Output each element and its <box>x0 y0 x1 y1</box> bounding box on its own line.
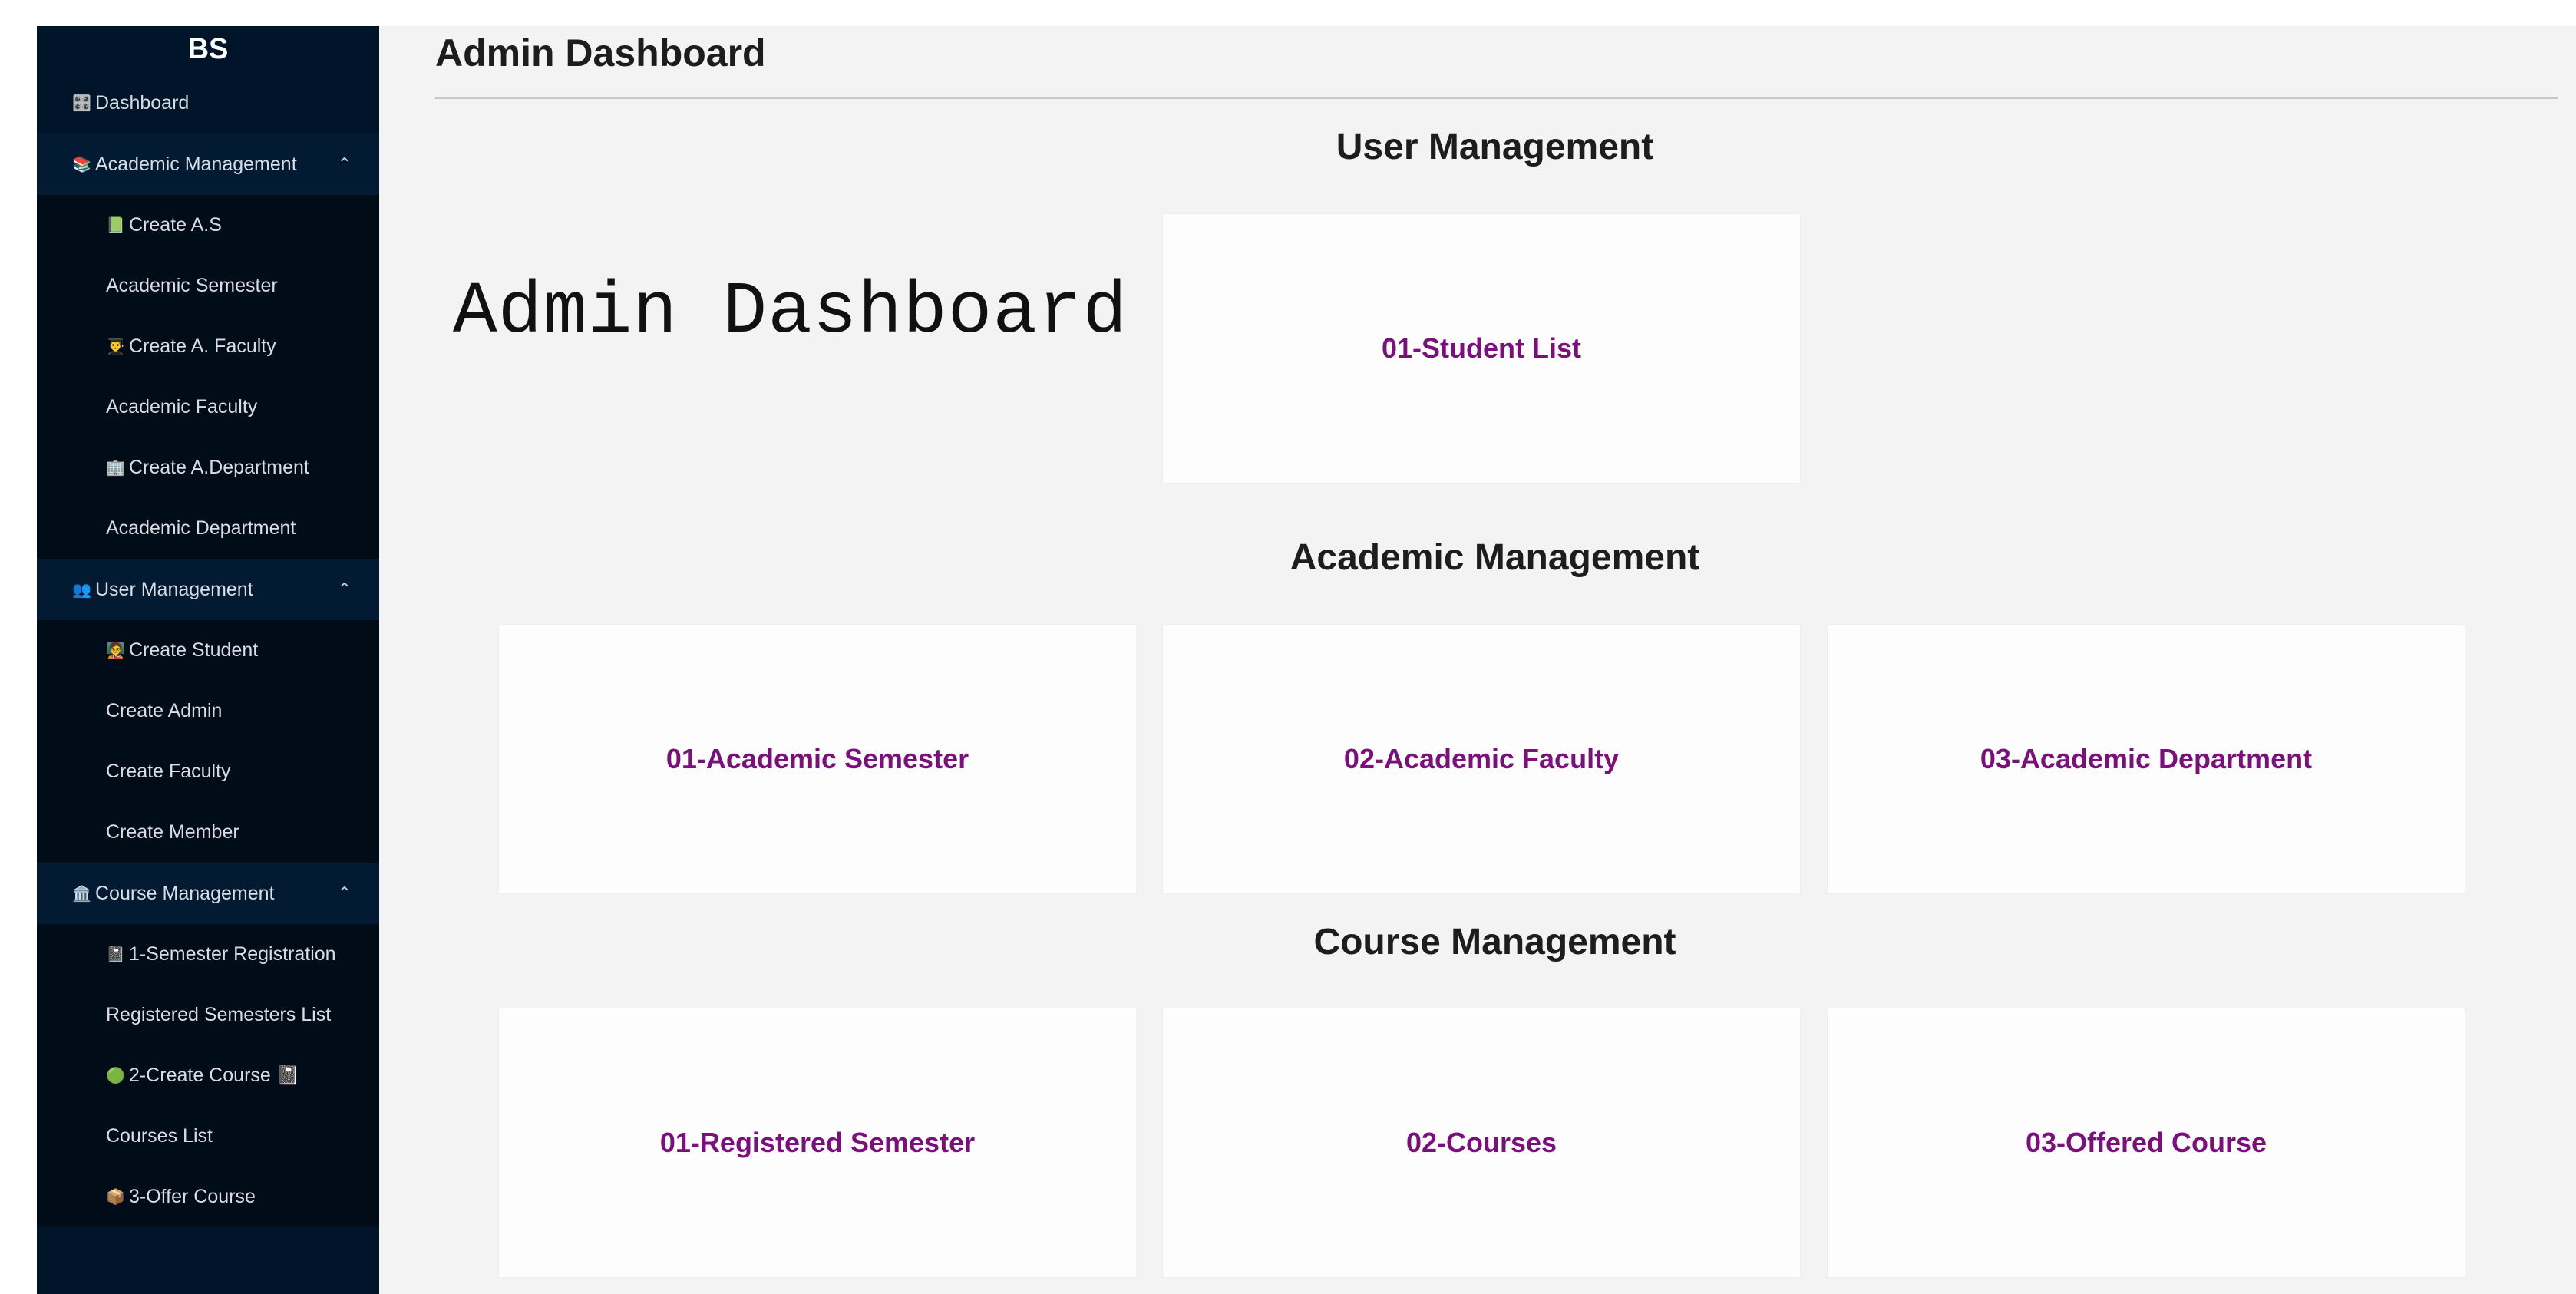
notebook-icon: 📓 <box>106 946 125 963</box>
sidebar-item-offer-course[interactable]: 📦 3-Offer Course <box>37 1167 379 1227</box>
sidebar-item-label: Academic Department <box>106 517 296 539</box>
package-icon: 📦 <box>106 1189 125 1206</box>
sidebar-item-create-course[interactable]: 🟢 2-Create Course 📓 <box>37 1045 379 1106</box>
sidebar-item-label: Dashboard <box>95 91 190 114</box>
sidebar-item-create-as[interactable]: 📗 Create A.S <box>37 195 379 256</box>
chevron-up-icon: ⌃ <box>337 579 352 599</box>
sidebar-item-dashboard[interactable]: 🎛️ Dashboard <box>37 72 379 134</box>
card-label: 02-Academic Faculty <box>1343 743 1620 774</box>
classical-building-icon: 🏛️ <box>72 885 91 903</box>
divider <box>435 97 2558 99</box>
submenu-academic-items: 📗 Create A.S Academic Semester 👨‍🎓 Creat… <box>37 195 379 559</box>
sidebar-item-create-student[interactable]: 🧑‍🏫 Create Student <box>37 620 379 681</box>
submenu-user-items: 🧑‍🏫 Create Student Create Admin Create F… <box>37 620 379 863</box>
sidebar-item-label: 3-Offer Course <box>129 1186 256 1207</box>
green-book-icon: 📗 <box>106 217 125 234</box>
sidebar-item-registered-semesters[interactable]: Registered Semesters List <box>37 985 379 1045</box>
sidebar-item-label: 2-Create Course 📓 <box>129 1065 300 1086</box>
submenu-label: User Management <box>95 578 253 600</box>
sidebar-item-academic-semester[interactable]: Academic Semester <box>37 256 379 316</box>
main-content: Admin Dashboard Admin Dashboard User Man… <box>379 26 2576 1294</box>
submenu-course-items: 📓 1-Semester Registration Registered Sem… <box>37 924 379 1227</box>
submenu-label: Academic Management <box>95 153 297 175</box>
chevron-up-icon: ⌃ <box>337 154 352 173</box>
sidebar-item-label: Create Student <box>129 639 259 661</box>
card-courses[interactable]: 02-Courses <box>1163 1008 1800 1277</box>
sidebar-item-create-faculty-user[interactable]: Create Faculty <box>37 741 379 802</box>
sidebar-item-create-department[interactable]: 🏢 Create A.Department <box>37 437 379 498</box>
books-icon: 📚 <box>72 156 91 173</box>
sidebar-item-label: Create Faculty <box>106 761 231 782</box>
green-circle-icon: 🟢 <box>106 1068 125 1084</box>
sidebar-item-label: Registered Semesters List <box>106 1004 332 1025</box>
sidebar-item-label: Courses List <box>106 1125 213 1147</box>
dashboard-icon: 🎛️ <box>72 94 91 112</box>
sidebar-item-academic-faculty[interactable]: Academic Faculty <box>37 377 379 437</box>
graduate-icon: 👨‍🎓 <box>106 338 125 355</box>
sidebar: BS 🎛️ Dashboard 📚 Academic Management ⌃ … <box>37 26 379 1294</box>
section-title-course: Course Management <box>1313 922 1676 962</box>
card-academic-faculty[interactable]: 02-Academic Faculty <box>1163 625 1800 893</box>
hero-title: Admin Dashboard <box>453 270 1128 354</box>
chevron-up-icon: ⌃ <box>337 883 352 903</box>
sidebar-item-create-member[interactable]: Create Member <box>37 802 379 863</box>
card-label: 01-Academic Semester <box>665 743 969 774</box>
card-academic-semester[interactable]: 01-Academic Semester <box>499 625 1136 893</box>
card-label: 01-Registered Semester <box>659 1127 976 1158</box>
section-title-academic: Academic Management <box>1290 537 1700 578</box>
sidebar-item-label: Create Admin <box>106 700 223 721</box>
logo: BS <box>187 32 229 65</box>
page-title: Admin Dashboard <box>435 31 766 74</box>
card-label: 01-Student List <box>1381 332 1581 364</box>
card-student-list[interactable]: 01-Student List <box>1163 214 1800 483</box>
sidebar-item-label: Academic Faculty <box>106 396 258 418</box>
sidebar-item-courses-list[interactable]: Courses List <box>37 1106 379 1167</box>
users-icon: 👥 <box>72 581 91 599</box>
card-offered-course[interactable]: 03-Offered Course <box>1828 1008 2465 1277</box>
card-label: 03-Academic Department <box>1980 743 2313 774</box>
sidebar-item-label: Create A.S <box>129 214 222 236</box>
sidebar-item-create-admin[interactable]: Create Admin <box>37 681 379 741</box>
sidebar-item-label: Create A. Faculty <box>129 335 276 357</box>
submenu-label: Course Management <box>95 882 275 904</box>
sidebar-item-academic-department[interactable]: Academic Department <box>37 498 379 559</box>
sidebar-item-label: Academic Semester <box>106 275 278 296</box>
submenu-user-management[interactable]: 👥 User Management ⌃ <box>37 559 379 620</box>
card-academic-department[interactable]: 03-Academic Department <box>1828 625 2465 893</box>
card-label: 03-Offered Course <box>2025 1127 2267 1158</box>
building-icon: 🏢 <box>106 460 125 477</box>
sidebar-item-label: Create Member <box>106 821 239 843</box>
submenu-course-management[interactable]: 🏛️ Course Management ⌃ <box>37 863 379 924</box>
submenu-academic-management[interactable]: 📚 Academic Management ⌃ <box>37 134 379 195</box>
student-icon: 🧑‍🏫 <box>106 642 125 659</box>
sidebar-item-label: 1-Semester Registration <box>129 943 336 965</box>
sidebar-item-label: Create A.Department <box>129 457 309 478</box>
card-registered-semester[interactable]: 01-Registered Semester <box>499 1008 1136 1277</box>
sidebar-item-semester-registration[interactable]: 📓 1-Semester Registration <box>37 924 379 985</box>
sidebar-item-create-faculty[interactable]: 👨‍🎓 Create A. Faculty <box>37 316 379 377</box>
section-title-user: User Management <box>1336 127 1654 167</box>
card-label: 02-Courses <box>1405 1127 1557 1158</box>
